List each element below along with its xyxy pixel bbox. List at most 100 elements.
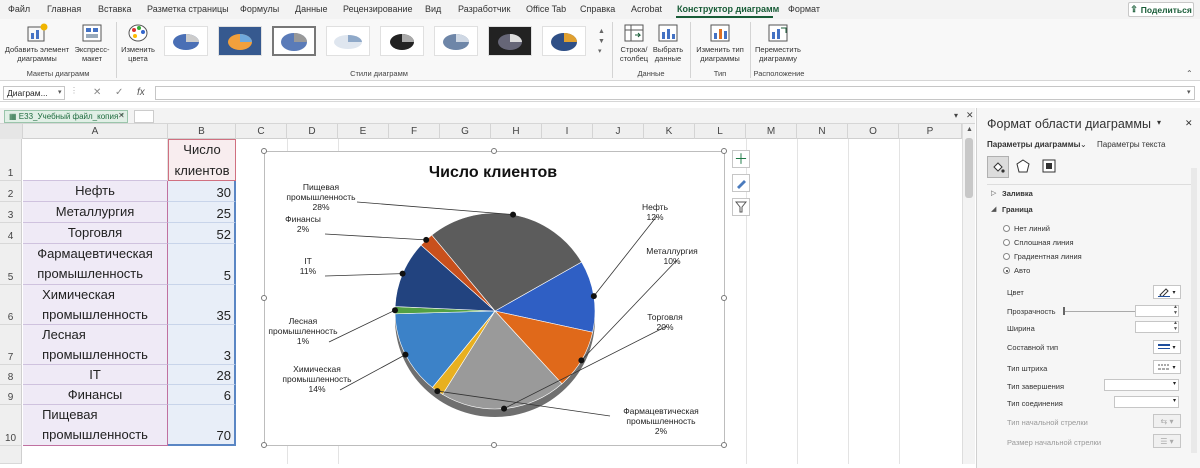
data-label[interactable]: IT 11% <box>300 256 317 276</box>
row-header[interactable]: 9 <box>0 385 22 405</box>
tab-help[interactable]: Справка <box>580 4 615 14</box>
chart-title[interactable]: Число клиентов <box>429 164 557 181</box>
label-marker[interactable] <box>402 351 409 358</box>
cell-b[interactable]: 5 <box>168 244 236 285</box>
row-header[interactable]: 5 <box>0 244 22 285</box>
cell-b[interactable]: 28 <box>168 365 236 385</box>
row-header[interactable]: 7 <box>0 325 22 365</box>
data-label[interactable]: Торговля 20% <box>647 312 683 332</box>
row-header[interactable]: 2 <box>0 181 22 202</box>
cell-b[interactable]: 3 <box>168 325 236 365</box>
workbook-tab[interactable]: ▦ E33_Учебный файл_копия * <box>4 110 128 123</box>
cell-a[interactable]: IT <box>23 365 168 385</box>
spinner-icon[interactable]: ▲ ▼ <box>1173 320 1178 332</box>
chart-styles-button[interactable] <box>732 174 750 192</box>
chart-style-1[interactable] <box>164 26 208 56</box>
tab-review[interactable]: Рецензирование <box>343 4 413 14</box>
chart-options-dropdown-icon[interactable]: ⌄ <box>1080 140 1087 149</box>
chart-style-2[interactable] <box>218 26 262 56</box>
transparency-slider[interactable] <box>1065 311 1135 312</box>
cell-a[interactable]: Химическая промышленность <box>23 285 168 325</box>
compound-type-picker[interactable]: ▾ <box>1153 340 1181 354</box>
expand-formula-icon[interactable]: ▾ <box>1187 88 1191 96</box>
change-chart-type-button[interactable]: Изменить тип диаграммы <box>694 23 746 63</box>
close-window-icon[interactable]: ✕ <box>966 110 974 121</box>
pane-options-icon[interactable]: ▾ <box>1157 118 1161 127</box>
cell-b[interactable]: 70 <box>168 405 236 446</box>
tab-format[interactable]: Формат <box>788 4 820 14</box>
border-collapse-icon[interactable]: ◢ <box>991 205 996 213</box>
data-label[interactable]: Пищевая промышленность 28% <box>286 182 356 212</box>
share-button[interactable]: ⇪ Поделиться <box>1128 2 1194 17</box>
column-header[interactable]: K <box>644 124 695 139</box>
chart-style-3-selected[interactable] <box>272 26 316 56</box>
resize-handle[interactable] <box>261 295 267 301</box>
tab-insert[interactable]: Вставка <box>98 4 131 14</box>
column-header[interactable]: C <box>236 124 287 139</box>
cell-a[interactable]: Металлургия <box>23 202 168 223</box>
radio-no-line[interactable] <box>1003 225 1010 232</box>
data-label[interactable]: Финансы 2% <box>285 214 321 234</box>
tab-file[interactable]: Файл <box>8 4 30 14</box>
data-label[interactable]: Нефть 12% <box>642 202 669 222</box>
confirm-icon[interactable]: ✓ <box>115 87 123 98</box>
column-header[interactable]: O <box>848 124 899 139</box>
row-header[interactable]: 4 <box>0 223 22 244</box>
name-box-dropdown-icon[interactable]: ▾ <box>58 88 62 96</box>
row-header[interactable]: 10 <box>0 405 22 446</box>
chart-style-7[interactable] <box>488 26 532 56</box>
column-header[interactable]: G <box>440 124 491 139</box>
column-header[interactable]: A <box>23 124 168 139</box>
size-properties-tab[interactable] <box>1041 158 1057 176</box>
row-header[interactable] <box>0 446 22 464</box>
styles-scroll-arrows[interactable]: ▲ ▼ ▾ <box>598 27 605 57</box>
join-type-select[interactable]: ▾ <box>1114 396 1179 408</box>
chart-style-8[interactable] <box>542 26 586 56</box>
data-label[interactable]: Металлургия 10% <box>646 246 698 266</box>
column-header[interactable]: F <box>389 124 440 139</box>
cell-a[interactable]: Фармацевтическая промышленность <box>23 244 168 285</box>
pie-chart-svg[interactable]: Число клиентов Нефть 12% Металлургия 10% Тор… <box>265 152 726 447</box>
spinner-icon[interactable]: ▲ ▼ <box>1173 304 1178 316</box>
resize-handle[interactable] <box>491 148 497 154</box>
pane-scrollbar[interactable] <box>1191 168 1197 453</box>
tab-data[interactable]: Данные <box>295 4 328 14</box>
chart-style-6[interactable] <box>434 26 478 56</box>
cell-b[interactable]: 30 <box>168 181 236 202</box>
label-marker[interactable] <box>434 388 441 395</box>
resize-handle[interactable] <box>261 148 267 154</box>
tab-office-tab[interactable]: Office Tab <box>526 4 566 14</box>
scroll-up-icon[interactable]: ▲ <box>966 126 973 133</box>
radio-solid-line[interactable] <box>1003 239 1010 246</box>
cell-b-header[interactable]: Число клиентов <box>168 139 236 181</box>
data-label[interactable]: Лесная промышленность 1% <box>268 316 338 346</box>
insert-function-button[interactable]: fx <box>137 87 145 98</box>
label-marker[interactable] <box>578 357 585 364</box>
begin-arrow-size-picker[interactable]: ☰ ▾ <box>1153 434 1181 448</box>
resize-handle[interactable] <box>491 442 497 448</box>
tab-chart-options[interactable]: Параметры диаграммы <box>987 140 1080 149</box>
tab-formulas[interactable]: Формулы <box>240 4 279 14</box>
cell-b[interactable]: 6 <box>168 385 236 405</box>
chart-filters-button[interactable] <box>732 198 750 216</box>
column-header[interactable]: M <box>746 124 797 139</box>
switch-row-column-button[interactable]: Строка/ столбец <box>616 23 652 63</box>
column-header[interactable]: I <box>542 124 593 139</box>
cell-a[interactable]: Нефть <box>23 181 168 202</box>
column-header[interactable]: J <box>593 124 644 139</box>
data-label[interactable]: Фармацевтическая промышленность 2% <box>623 406 699 436</box>
begin-arrow-type-picker[interactable]: ⇆ ▾ <box>1153 414 1181 428</box>
chart-elements-button[interactable]: ＋ <box>732 150 750 168</box>
row-header[interactable]: 6 <box>0 285 22 325</box>
radio-gradient-line[interactable] <box>1003 253 1010 260</box>
cell-a[interactable]: Торговля <box>23 223 168 244</box>
cell-a[interactable]: Финансы <box>23 385 168 405</box>
cell-b[interactable]: 52 <box>168 223 236 244</box>
dash-type-picker[interactable]: ▾ <box>1153 360 1181 374</box>
border-section[interactable]: Граница <box>1002 205 1033 214</box>
fill-section[interactable]: Заливка <box>1002 189 1033 198</box>
column-header[interactable]: E <box>338 124 389 139</box>
label-marker[interactable] <box>501 405 508 412</box>
chart-style-5[interactable] <box>380 26 424 56</box>
name-box[interactable]: Диаграм... <box>3 86 65 100</box>
